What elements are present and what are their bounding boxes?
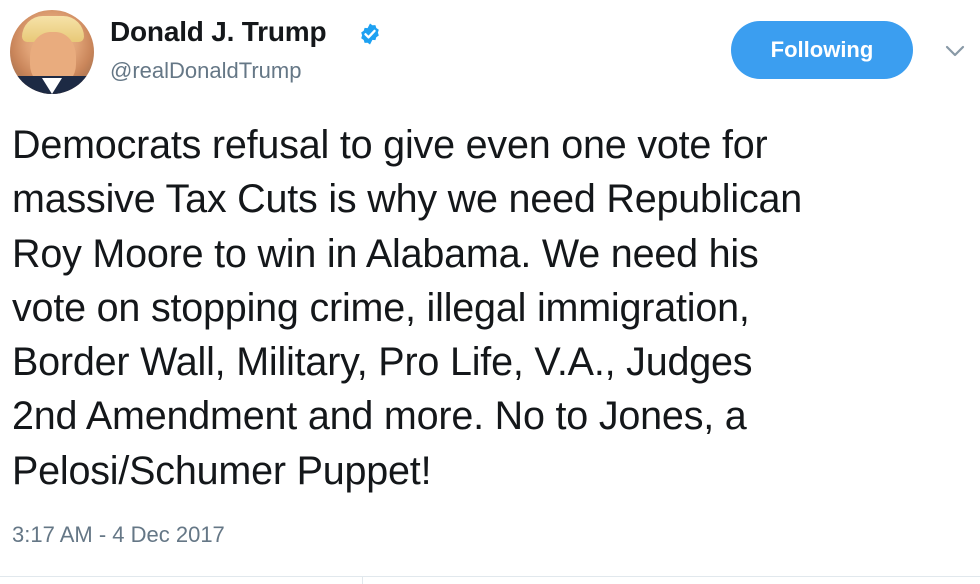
tweet-text: Democrats refusal to give even one vote … [12,123,803,493]
tweet-timestamp[interactable]: 3:17 AM - 4 Dec 2017 [12,520,225,550]
user-handle[interactable]: @realDonaldTrump [110,56,301,86]
chevron-down-icon[interactable] [944,40,966,62]
display-name[interactable]: Donald J. Trump [110,14,327,50]
avatar[interactable] [10,10,94,94]
divider [0,576,980,577]
tweet-card: Donald J. Trump @realDonaldTrump Followi… [0,0,980,584]
divider-tick [362,576,363,584]
following-button[interactable]: Following [731,21,913,79]
verified-badge-icon [361,23,379,45]
